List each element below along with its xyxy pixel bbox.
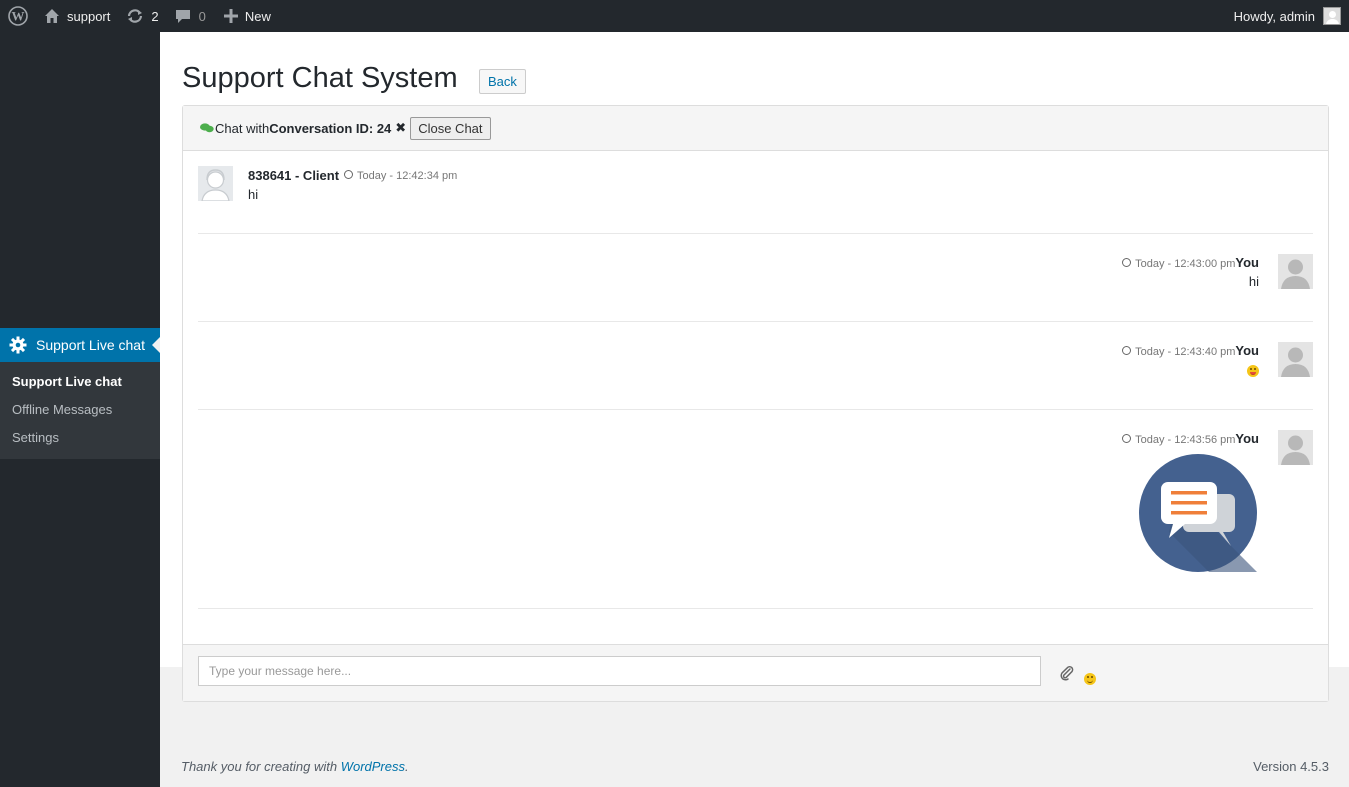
admin-bar: W support 2 0 New Howdy, admin (0, 0, 1349, 32)
comments-link[interactable]: 0 (175, 0, 206, 32)
admin-sidebar: Support Live chat Support Live chat Offl… (0, 32, 160, 787)
my-account-link[interactable]: Howdy, admin (1234, 0, 1341, 32)
user-avatar-icon (1323, 7, 1341, 25)
updates-link[interactable]: 2 (126, 0, 159, 32)
back-button[interactable]: Back (479, 69, 526, 94)
new-content-link[interactable]: New (223, 0, 271, 32)
chat-bubbles-icon (200, 123, 214, 133)
clock-icon (1122, 258, 1132, 267)
message-time: Today - 12:43:00 pm (1135, 258, 1236, 270)
you-avatar (1278, 342, 1313, 377)
clock-icon (1122, 434, 1132, 443)
message-sender: 838641 - Client (248, 168, 340, 183)
menu-item-label: Support Live chat (36, 337, 145, 353)
chat-with-label: Chat with (215, 120, 270, 136)
message-you: Today - 12:43:00 pm You hi (913, 254, 1313, 314)
message-time: Today - 12:43:40 pm (1135, 346, 1236, 358)
message-sender: You (1235, 255, 1259, 270)
message-sender: You (1235, 343, 1259, 358)
updates-icon (128, 9, 143, 23)
chat-bubbles-image[interactable] (1139, 454, 1257, 572)
message-sender: You (1235, 431, 1259, 446)
comment-icon (175, 10, 190, 23)
message-separator (198, 321, 1313, 322)
conversation-id: Conversation ID: 24 (269, 120, 392, 136)
new-label: New (244, 8, 271, 24)
site-name: support (67, 8, 111, 24)
paperclip-icon[interactable] (1059, 665, 1075, 681)
comments-count: 0 (198, 8, 206, 24)
footer-thanks: Thank you for creating with WordPress. (181, 759, 409, 774)
chat-header: Chat with Conversation ID: 24 ✖ Close Ch… (183, 106, 1328, 151)
menu-item-support-live-chat[interactable]: Support Live chat (0, 328, 160, 362)
page-title: Support Chat System (182, 62, 458, 94)
you-avatar (1278, 254, 1313, 289)
close-chat-button[interactable]: Close Chat (410, 116, 491, 140)
tongue-emoji-icon (1247, 364, 1259, 377)
message-separator (198, 233, 1313, 234)
svg-text:W: W (12, 9, 25, 24)
home-icon (45, 9, 59, 23)
message-meta: Today - 12:43:56 pm You (1122, 431, 1259, 446)
clock-icon (344, 170, 353, 179)
submenu-item-support-live-chat[interactable]: Support Live chat (0, 368, 160, 396)
wordpress-link[interactable]: WordPress (341, 759, 405, 774)
emoji-picker-icon[interactable] (1084, 673, 1096, 685)
gear-icon (9, 336, 27, 354)
message-text: hi (1248, 274, 1259, 289)
client-avatar (198, 166, 233, 201)
message-time: Today - 12:43:56 pm (1135, 434, 1236, 446)
you-avatar (1278, 430, 1313, 465)
chat-panel: Chat with Conversation ID: 24 ✖ Close Ch… (182, 105, 1329, 702)
message-input[interactable] (198, 656, 1041, 686)
plus-icon (223, 9, 238, 23)
submenu-item-offline-messages[interactable]: Offline Messages (0, 396, 160, 424)
clock-icon (1122, 346, 1132, 355)
message-meta: Today - 12:43:40 pm You (1122, 343, 1259, 358)
message-time: Today - 12:42:34 pm (344, 170, 457, 182)
updates-count: 2 (151, 8, 159, 24)
submenu-item-settings[interactable]: Settings (0, 424, 160, 452)
site-home-link[interactable]: support (44, 0, 110, 32)
close-icon[interactable]: ✖ (395, 120, 406, 136)
footer-version: Version 4.5.3 (1253, 759, 1329, 774)
howdy-text: Howdy, admin (1233, 8, 1315, 24)
submenu: Support Live chat Offline Messages Setti… (0, 362, 160, 459)
wordpress-logo-icon[interactable]: W (2, 0, 34, 32)
message-text: hi (248, 187, 259, 202)
message-separator (198, 608, 1313, 609)
message-meta: Today - 12:43:00 pm You (1122, 255, 1259, 270)
message-separator (198, 409, 1313, 410)
message-emoji (1247, 362, 1259, 377)
chat-input-bar (183, 644, 1328, 701)
message-you: Today - 12:43:40 pm You (913, 342, 1313, 402)
